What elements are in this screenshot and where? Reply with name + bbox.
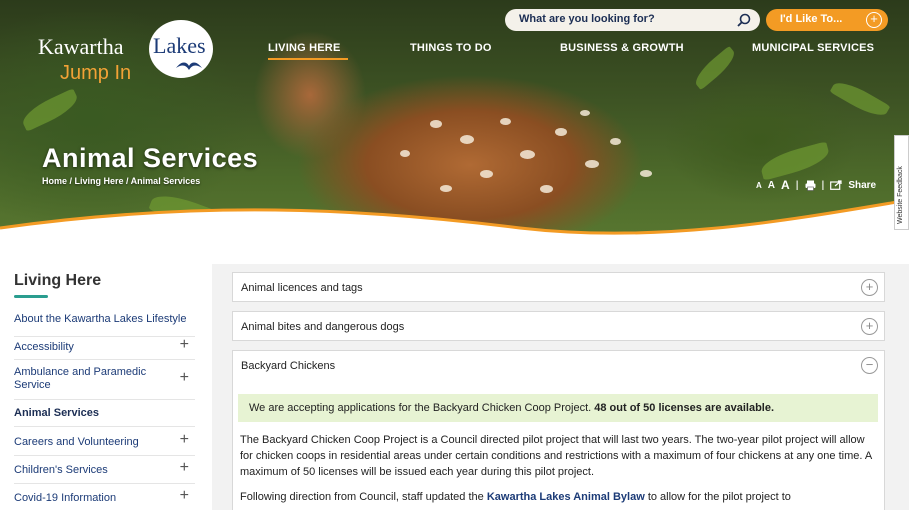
search-input[interactable]: What are you looking for? — [519, 13, 655, 25]
nav-active-indicator — [268, 58, 348, 60]
font-size-small-button[interactable]: A — [756, 181, 762, 190]
accordion-label: Backyard Chickens — [241, 360, 336, 372]
font-size-large-button[interactable]: A — [781, 178, 790, 192]
sidebar-item-label: Children's Services — [14, 464, 108, 476]
accordion-label: Animal bites and dangerous dogs — [241, 321, 405, 333]
expand-plus-icon[interactable]: + — [180, 431, 189, 449]
expand-plus-icon[interactable]: + — [180, 369, 189, 387]
website-feedback-label: Website Feedback — [897, 166, 904, 224]
share-icon[interactable] — [830, 180, 842, 190]
search-icon[interactable] — [736, 12, 752, 28]
sidebar-item-label: About the Kawartha Lakes Lifestyle — [14, 313, 187, 325]
expand-plus-icon[interactable]: + — [180, 487, 189, 505]
accordion-label: Animal licences and tags — [241, 282, 363, 294]
website-feedback-tab[interactable]: Website Feedback — [894, 135, 909, 230]
animal-bylaw-link[interactable]: Kawartha Lakes Animal Bylaw — [487, 491, 645, 503]
license-count: 48 out of 50 licenses are available. — [594, 402, 775, 414]
sidebar-item-careers[interactable]: Careers and Volunteering + — [14, 427, 195, 456]
expand-icon[interactable]: + — [861, 279, 878, 296]
sidebar-item-about-lifestyle[interactable]: About the Kawartha Lakes Lifestyle — [14, 305, 195, 337]
sidebar-item-accessibility[interactable]: Accessibility + — [14, 336, 195, 360]
paragraph-pilot-project: The Backyard Chicken Coop Project is a C… — [240, 434, 872, 478]
sidebar-title: Living Here — [14, 272, 102, 289]
divider: | — [821, 179, 825, 191]
hero-banner: Kawartha Lakes Jump In What are you look… — [0, 0, 909, 255]
page-title: Animal Services — [42, 143, 259, 173]
page-tools: A A A | | Share — [756, 178, 876, 192]
expand-icon[interactable]: + — [861, 318, 878, 335]
sidebar-item-animal-services[interactable]: Animal Services — [14, 400, 195, 427]
font-size-medium-button[interactable]: A — [768, 180, 775, 191]
sidebar-item-label: Careers and Volunteering — [14, 436, 139, 448]
paragraph-bylaw: Following direction from Council, staff … — [240, 491, 791, 503]
divider: | — [795, 179, 799, 191]
expand-plus-icon[interactable]: + — [180, 459, 189, 477]
i-like-to-button[interactable]: I'd Like To... + — [766, 9, 888, 31]
nav-business-growth[interactable]: BUSINESS & GROWTH — [560, 42, 684, 54]
collapse-icon[interactable]: − — [861, 357, 878, 374]
sidebar-item-label: Covid-19 Information — [14, 492, 117, 504]
print-icon[interactable] — [805, 180, 816, 191]
logo-wordmark-lakes: Lakes — [153, 33, 206, 58]
nav-things-to-do[interactable]: THINGS TO DO — [410, 42, 492, 54]
notice-text: We are accepting applications for the Ba… — [249, 402, 775, 414]
breadcrumb[interactable]: Home / Living Here / Animal Services — [42, 176, 200, 186]
site-logo[interactable]: Kawartha Lakes Jump In — [38, 20, 218, 90]
logo-tagline: Jump In — [60, 62, 132, 84]
plus-circle-icon: + — [866, 12, 882, 28]
sidebar-item-label: Accessibility — [14, 341, 74, 353]
bird-icon — [176, 62, 202, 70]
accordion-animal-licences[interactable]: Animal licences and tags + — [232, 272, 885, 302]
accordion-animal-bites[interactable]: Animal bites and dangerous dogs + — [232, 311, 885, 341]
accordion-backyard-chickens[interactable]: Backyard Chickens − — [232, 350, 885, 380]
sidebar-item-childrens-services[interactable]: Children's Services + — [14, 456, 195, 484]
i-like-to-label: I'd Like To... — [780, 13, 843, 25]
sidebar-item-label: Ambulance and Paramedic Service — [14, 366, 147, 391]
sidebar-item-label: Animal Services — [14, 407, 99, 419]
nav-living-here[interactable]: LIVING HERE — [268, 42, 341, 54]
search-bar[interactable]: What are you looking for? — [505, 9, 760, 31]
nav-municipal-services[interactable]: MUNICIPAL SERVICES — [752, 42, 874, 54]
logo-wordmark: Kawartha — [38, 34, 124, 59]
sidebar-item-ambulance[interactable]: Ambulance and Paramedic Service + — [14, 360, 195, 400]
share-button[interactable]: Share — [848, 180, 876, 191]
sidebar-item-covid[interactable]: Covid-19 Information + — [14, 484, 195, 510]
sidebar-title-accent — [14, 295, 48, 298]
expand-plus-icon[interactable]: + — [180, 336, 189, 354]
availability-notice: We are accepting applications for the Ba… — [238, 394, 878, 422]
